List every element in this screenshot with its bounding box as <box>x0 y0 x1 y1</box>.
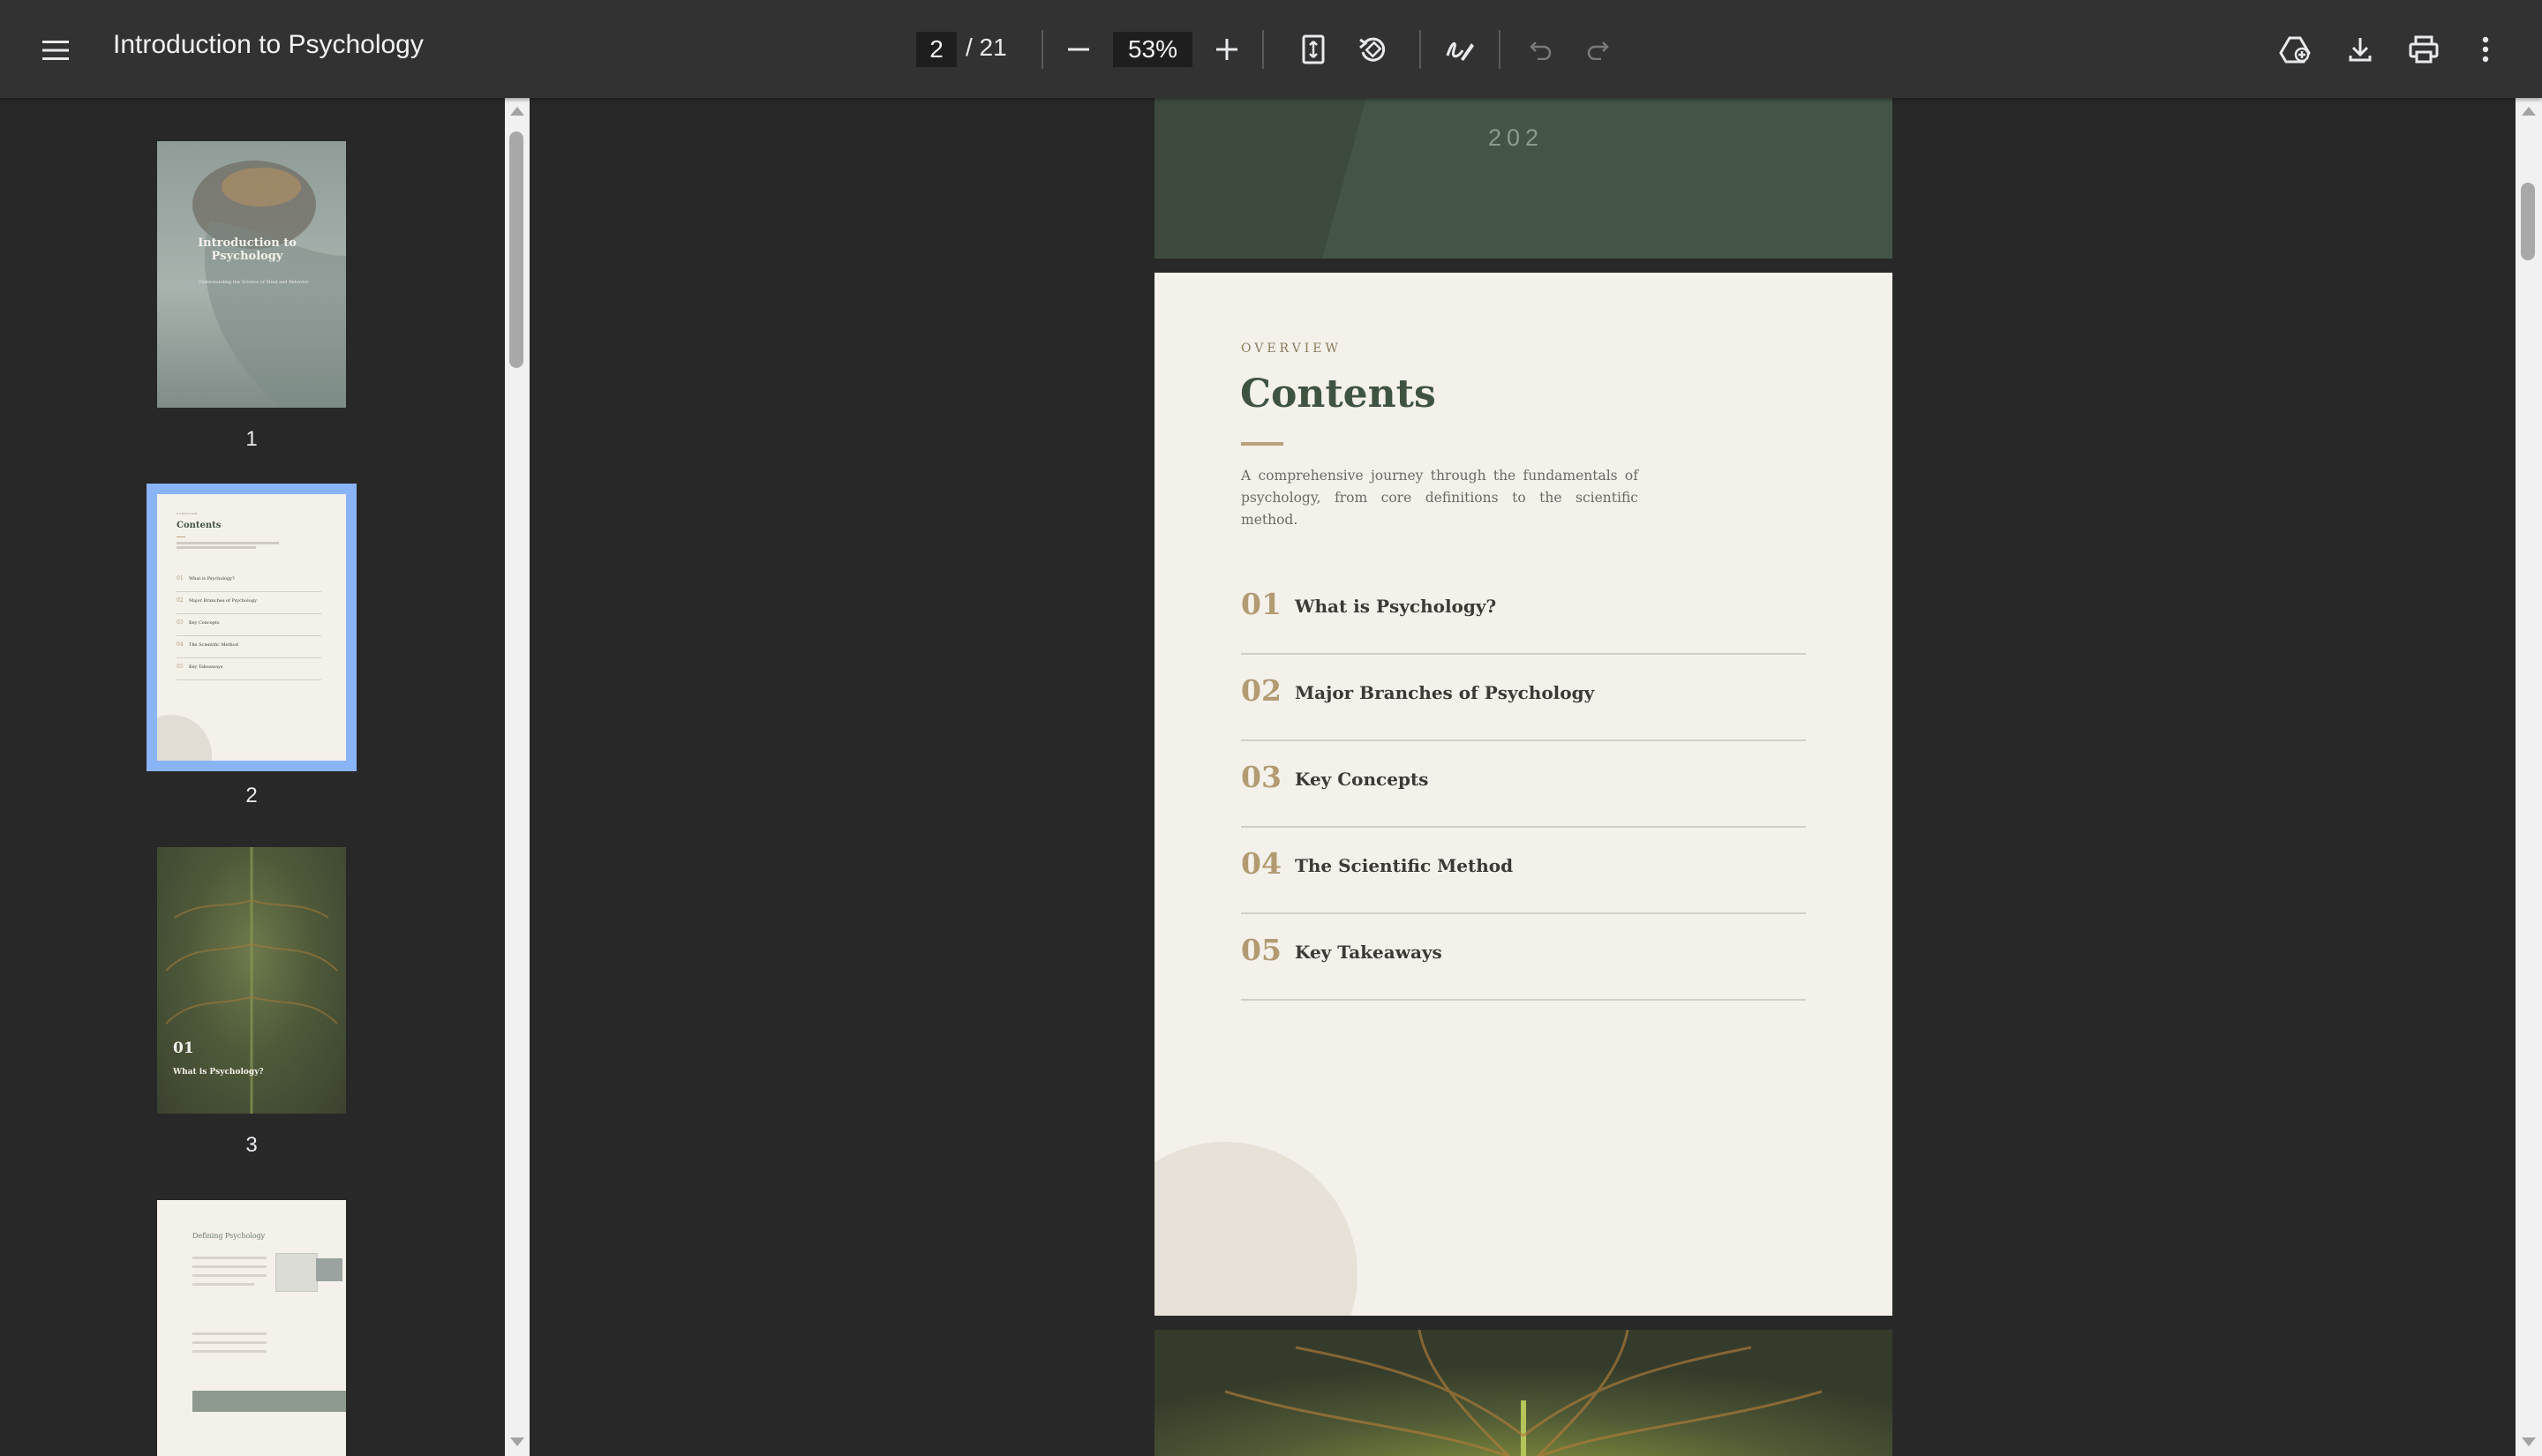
thumbnail-toc-row: 03 Key Concepts <box>177 614 321 636</box>
thumbnail-intro-line <box>177 546 256 549</box>
toc-label: Key Concepts <box>1295 769 1429 790</box>
page-number-input[interactable] <box>916 32 957 67</box>
toc-number: 02 <box>1241 673 1282 708</box>
thumbnail-toc-row: 04 The Scientific Method <box>177 636 321 658</box>
page-1-year-text: 202 <box>1488 124 1545 151</box>
zoom-input[interactable] <box>1113 32 1192 67</box>
toc-label: What is Psychology? <box>1295 596 1497 617</box>
thumbnail-page-3[interactable]: 01 What is Psychology? 3 <box>157 847 346 1157</box>
document-title: Introduction to Psychology <box>113 30 424 59</box>
thumbnail-eyebrow: OVERVIEW <box>177 512 199 515</box>
thumbnail-intro-line <box>177 542 279 544</box>
thumbnail-sidebar: Introduction to Psychology Understanding… <box>0 98 505 1456</box>
toc-label: Major Branches of Psychology <box>1295 682 1595 703</box>
scroll-up-arrow-icon[interactable] <box>510 107 524 116</box>
title-underline <box>1241 442 1283 446</box>
scrollbar-thumb[interactable] <box>509 131 523 368</box>
thumbnail-figure <box>275 1253 318 1292</box>
thumbnail-title: Introduction to Psychology <box>198 236 297 263</box>
sidebar-scrollbar[interactable] <box>505 98 530 1456</box>
toc-number: 04 <box>1241 846 1282 881</box>
thumbnail-number: 2 <box>245 784 258 807</box>
toc-number: 01 <box>1241 587 1282 621</box>
toc-label: Key Takeaways <box>1295 942 1442 963</box>
page-3-top <box>1154 1330 1892 1456</box>
thumbnail-number: 3 <box>245 1133 258 1157</box>
thumbnail-image: 01 What is Psychology? <box>157 847 346 1114</box>
thumbnail-image: Defining Psychology <box>157 1200 346 1456</box>
thumbnail-text-line <box>192 1350 267 1353</box>
thumbnail-callout <box>192 1391 346 1412</box>
table-of-contents: 01 What is Psychology? 02 Major Branches… <box>1241 569 1806 1002</box>
toc-item[interactable]: 04 The Scientific Method <box>1241 829 1806 914</box>
redo-icon[interactable] <box>1580 32 1615 67</box>
scroll-down-arrow-icon[interactable] <box>2522 1437 2536 1446</box>
thumbnail-page-2[interactable]: OVERVIEW Contents 01 What is Psychology? … <box>147 484 357 807</box>
thumbnail-text-line <box>192 1283 254 1286</box>
download-icon[interactable] <box>2341 30 2380 69</box>
thumbnail-text-line <box>192 1332 267 1335</box>
toc-item[interactable]: 03 Key Concepts <box>1241 742 1806 828</box>
page-total: / 21 <box>966 34 1007 61</box>
thumbnail-image: Introduction to Psychology Understanding… <box>157 141 346 408</box>
pdf-toolbar: Introduction to Psychology / 21 <box>0 0 2542 98</box>
thumbnail-image-selected: OVERVIEW Contents 01 What is Psychology? … <box>147 484 357 771</box>
thumbnail-text-line <box>192 1341 267 1344</box>
annotate-pen-icon[interactable] <box>1440 30 1479 69</box>
toc-number: 03 <box>1241 760 1282 794</box>
page-title: Contents <box>1240 372 1436 417</box>
print-icon[interactable] <box>2403 30 2445 69</box>
more-options-icon[interactable] <box>2468 30 2503 69</box>
menu-icon[interactable] <box>34 28 78 72</box>
thumbnail-toc: 01 What is Psychology? 02 Major Branches o… <box>177 570 321 680</box>
thumbnail-toc-row: 05 Key Takeaways <box>177 658 321 680</box>
thumbnail-page-4[interactable]: Defining Psychology <box>157 1200 346 1456</box>
toolbar-divider <box>1262 30 1264 69</box>
zoom-out-icon[interactable] <box>1061 32 1096 67</box>
thumbnail-toc-row: 02 Major Branches of Psychology <box>177 592 321 614</box>
thumbnail-title: Defining Psychology <box>192 1232 266 1240</box>
viewer-scrollbar[interactable] <box>2516 98 2542 1456</box>
thumbnail-toc-row: 01 What is Psychology? <box>177 570 321 592</box>
thumbnail-deco-circle <box>157 715 212 761</box>
fit-page-icon[interactable] <box>1296 32 1331 67</box>
scroll-down-arrow-icon[interactable] <box>510 1437 524 1446</box>
intro-paragraph: A comprehensive journey through the fund… <box>1241 468 1638 528</box>
toolbar-divider <box>1499 30 1500 69</box>
toolbar-divider <box>1419 30 1421 69</box>
thumbnail-page-1[interactable]: Introduction to Psychology Understanding… <box>157 141 346 451</box>
page-eyebrow: OVERVIEW <box>1241 341 1342 356</box>
thumbnail-figure-image <box>316 1258 342 1281</box>
thumbnail-title: What is Psychology? <box>173 1068 264 1077</box>
pdf-page-2: OVERVIEW Contents A comprehensive journe… <box>1154 273 1892 1316</box>
decorative-circle <box>1154 1142 1357 1316</box>
page-1-tail: 202 <box>1154 98 1892 259</box>
thumbnail-text-line <box>192 1274 267 1277</box>
thumbnail-text-line <box>192 1265 267 1268</box>
rotate-icon[interactable] <box>1353 30 1392 69</box>
scroll-up-arrow-icon[interactable] <box>2522 107 2536 116</box>
scrollbar-thumb[interactable] <box>2521 183 2535 260</box>
document-viewer[interactable]: 202 OVERVIEW Contents A comprehensive jo… <box>530 98 2516 1456</box>
save-to-drive-icon[interactable] <box>2275 30 2314 69</box>
thumbnail-title: Contents <box>177 521 222 530</box>
toc-item[interactable]: 05 Key Takeaways <box>1241 915 1806 1001</box>
toc-item[interactable]: 01 What is Psychology? <box>1241 569 1806 655</box>
toc-label: The Scientific Method <box>1295 855 1514 876</box>
thumbnail-text-line <box>192 1257 267 1259</box>
thumbnail-subtitle: Understanding the Science of Mind and Be… <box>198 280 309 285</box>
zoom-in-icon[interactable] <box>1209 32 1245 67</box>
thumbnail-number: 1 <box>245 427 258 451</box>
toc-number: 05 <box>1241 933 1282 967</box>
toolbar-divider <box>1042 30 1043 69</box>
toc-item[interactable]: 02 Major Branches of Psychology <box>1241 656 1806 741</box>
undo-icon[interactable] <box>1523 32 1559 67</box>
thumbnail-chapter: 01 <box>173 1039 194 1057</box>
